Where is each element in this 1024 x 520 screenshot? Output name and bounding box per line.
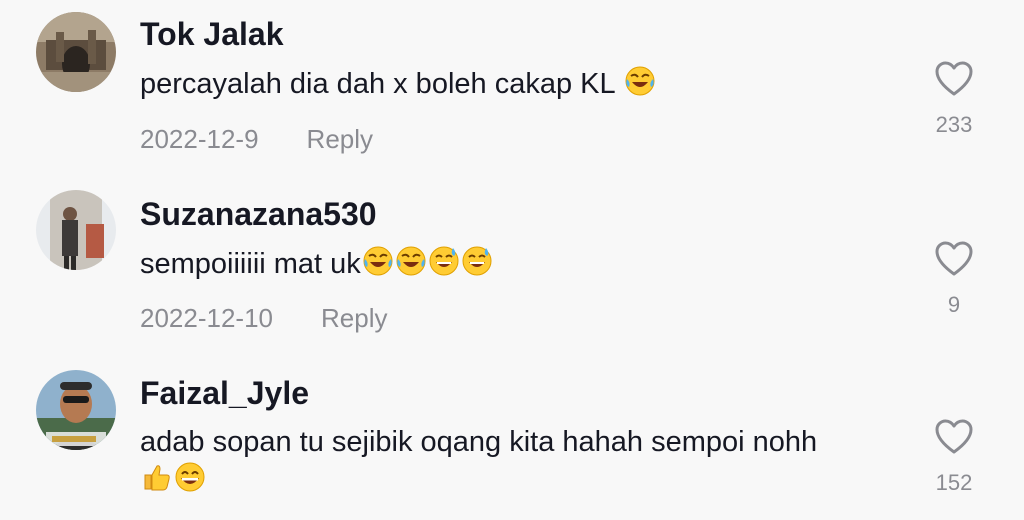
comment-text-content: percayalah dia dah x boleh cakap KL	[140, 68, 615, 100]
like-count: 152	[935, 470, 973, 495]
comment-text-content: sempoiiiiii mat uk	[140, 248, 361, 280]
comment-date: 2022-12-9	[140, 124, 259, 154]
reply-button[interactable]: Reply	[321, 303, 387, 333]
heart-icon	[935, 419, 973, 454]
reply-button[interactable]: Reply	[307, 124, 373, 154]
comment-username[interactable]: Suzanazana530	[140, 196, 377, 233]
grinning-face-with-sweat-icon	[429, 246, 459, 276]
heart-icon	[935, 61, 973, 96]
thumbs-up-icon	[144, 465, 170, 491]
like-count: 9	[947, 292, 961, 317]
face-with-tears-of-joy-icon	[363, 246, 393, 276]
comment-username[interactable]: Faizal_Jyle	[140, 375, 309, 412]
face-with-tears-of-joy-icon	[396, 246, 426, 276]
avatar-photo	[36, 190, 116, 270]
like-button[interactable]: 9	[930, 240, 978, 318]
comment-username[interactable]: Tok Jalak	[140, 16, 283, 53]
comment-text-line2	[140, 460, 206, 500]
grinning-face-with-smiling-eyes-icon	[175, 462, 205, 492]
avatar[interactable]	[36, 370, 116, 450]
like-button[interactable]: 233	[930, 60, 978, 138]
avatar-photo	[36, 370, 116, 450]
like-count: 233	[935, 112, 973, 137]
heart-icon	[935, 241, 973, 276]
grinning-face-with-sweat-icon	[462, 246, 492, 276]
comment-text: adab sopan tu sejibik oqang kita hahah s…	[140, 422, 818, 492]
avatar-photo	[36, 12, 116, 92]
like-button[interactable]: 152	[930, 418, 978, 496]
comment-meta: 2022-12-9 Reply	[140, 124, 373, 155]
avatar[interactable]	[36, 190, 116, 270]
face-with-tears-of-joy-icon	[625, 66, 655, 96]
avatar[interactable]	[36, 12, 116, 92]
comment-text-content: adab sopan tu sejibik oqang kita hahah s…	[140, 426, 818, 458]
comment-text: percayalah dia dah x boleh cakap KL	[140, 64, 656, 104]
comment-meta: 2022-12-10 Reply	[140, 303, 387, 334]
comment-date: 2022-12-10	[140, 303, 273, 333]
comment-text: sempoiiiiii mat uk	[140, 244, 493, 284]
